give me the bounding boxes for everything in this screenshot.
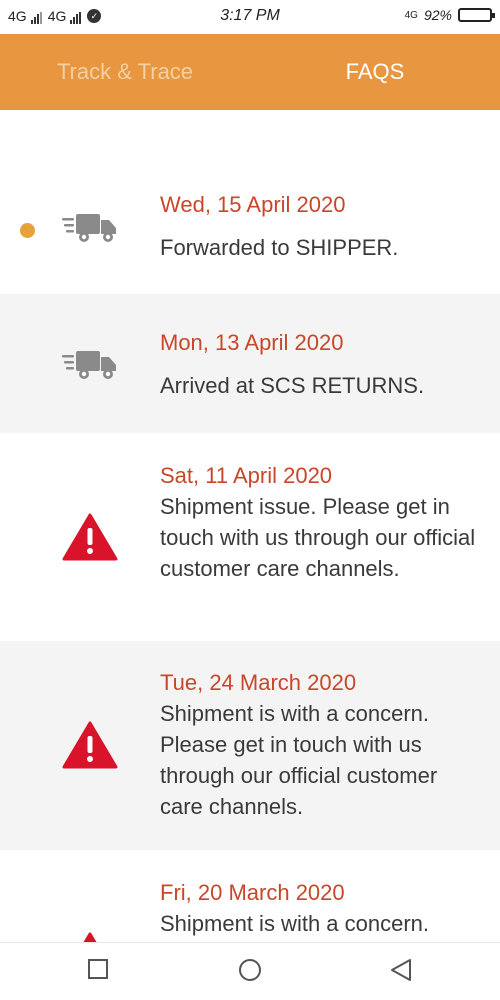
back-button[interactable] — [388, 957, 414, 987]
event-date: Wed, 15 April 2020 — [160, 192, 346, 217]
event-description: Forwarded to SHIPPER. — [160, 235, 399, 260]
list-top-spacer — [0, 110, 500, 170]
tab-faqs[interactable]: FAQS — [250, 34, 500, 110]
timeline-event: Fri, 20 March 2020 Shipment is with a co… — [0, 850, 500, 942]
current-status-dot — [20, 223, 35, 238]
battery-percent: 92% — [423, 7, 452, 23]
event-date: Sat, 11 April 2020 — [160, 463, 333, 488]
tracking-timeline[interactable]: Wed, 15 April 2020 Forwarded to SHIPPER.… — [0, 110, 500, 942]
event-content: Mon, 13 April 2020 Arrived at SCS RETURN… — [160, 328, 480, 401]
event-content: Tue, 24 March 2020 Shipment is with a co… — [160, 668, 480, 822]
event-description: Shipment is with a concern. Please get i… — [160, 701, 438, 819]
timeline-event: Tue, 24 March 2020 Shipment is with a co… — [0, 641, 500, 850]
status-bar: 4G 4G ✓ 3:17 PM 4G 92% — [0, 0, 500, 34]
event-content: Wed, 15 April 2020 Forwarded to SHIPPER. — [160, 190, 480, 263]
battery-icon — [458, 8, 495, 22]
event-content: Fri, 20 March 2020 Shipment is with a co… — [160, 878, 480, 939]
system-navigation-bar — [0, 942, 500, 1000]
timeline-event: Wed, 15 April 2020 Forwarded to SHIPPER. — [0, 170, 500, 294]
event-date: Mon, 13 April 2020 — [160, 330, 344, 355]
tab-track-and-trace[interactable]: Track & Trace — [0, 34, 250, 110]
truck-icon — [62, 212, 118, 248]
timeline-event: Sat, 11 April 2020 Shipment issue. Pleas… — [0, 433, 500, 641]
warning-icon — [62, 721, 118, 773]
network-4g-icon: 4G — [404, 9, 418, 21]
warning-icon — [62, 932, 118, 942]
timeline-event: Mon, 13 April 2020 Arrived at SCS RETURN… — [0, 294, 500, 433]
event-description: Shipment is with a concern. — [160, 911, 430, 936]
circle-icon — [239, 959, 261, 981]
status-right: 4G 92% — [404, 7, 495, 23]
square-icon — [88, 959, 108, 979]
warning-icon — [62, 513, 118, 565]
recents-button[interactable] — [86, 957, 110, 985]
home-button[interactable] — [237, 957, 263, 987]
event-description: Shipment issue. Please get in touch with… — [160, 494, 476, 581]
back-triangle-icon — [391, 959, 411, 981]
tab-bar: Track & Trace FAQS — [0, 34, 500, 110]
event-date: Tue, 24 March 2020 — [160, 670, 357, 695]
event-content: Sat, 11 April 2020 Shipment issue. Pleas… — [160, 461, 480, 584]
event-date: Fri, 20 March 2020 — [160, 880, 345, 905]
truck-icon — [62, 349, 118, 385]
event-description: Arrived at SCS RETURNS. — [160, 373, 425, 398]
